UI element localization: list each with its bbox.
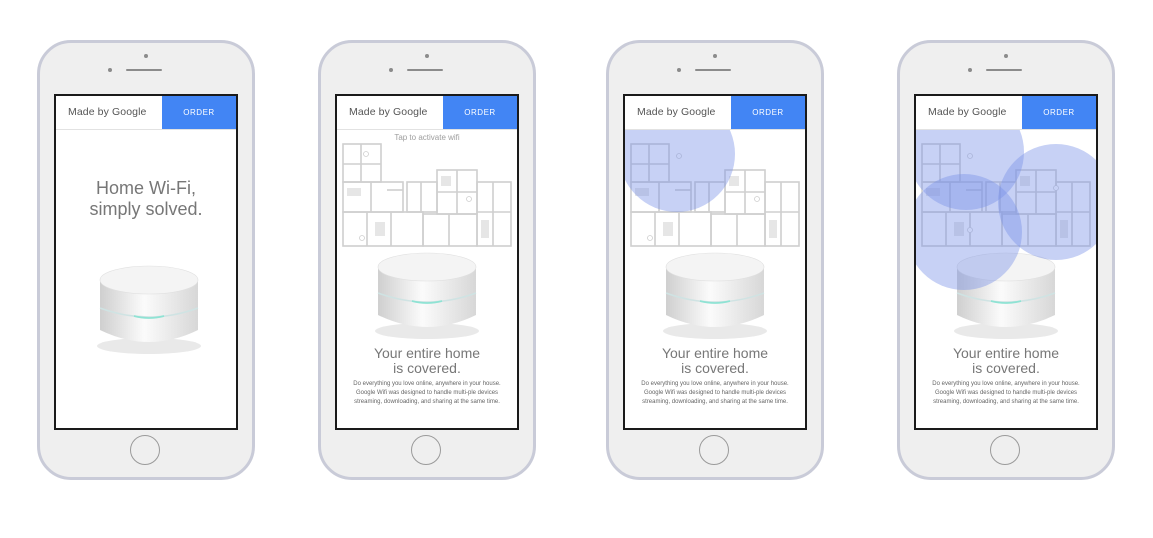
hero-title-line-1: Home Wi-Fi, [96, 178, 196, 198]
phone-mockup-2: Made by Google ORDER Tap to activate wif… [318, 40, 536, 480]
front-camera [1004, 54, 1008, 58]
router-icon [372, 247, 482, 344]
phone-screen: Made by Google ORDER Your entire home is… [623, 94, 807, 430]
proximity-sensor [108, 68, 112, 72]
coverage-title-line-2: is covered. [972, 360, 1040, 376]
front-camera [425, 54, 429, 58]
router-icon [660, 247, 770, 344]
phone-screen: Made by Google ORDER Tap to activate wif… [335, 94, 519, 430]
coverage-title-line-2: is covered. [681, 360, 749, 376]
top-bar: Made by Google ORDER [916, 96, 1096, 130]
brand-logo[interactable]: Made by Google [637, 106, 715, 118]
coverage-title-line-2: is covered. [393, 360, 461, 376]
earpiece-speaker [695, 69, 731, 71]
proximity-sensor [968, 68, 972, 72]
coverage-description: Do everything you love online, anywhere … [641, 381, 789, 405]
coverage-section: Your entire home is covered. Do everythi… [625, 130, 805, 428]
coverage-title-line-1: Your entire home [373, 345, 481, 361]
order-button[interactable]: ORDER [162, 96, 236, 129]
phone-screen: Made by Google ORDER Your entire home is… [914, 94, 1098, 430]
coverage-title-line-1: Your entire home [661, 345, 769, 361]
hero-title-line-2: simply solved. [89, 199, 203, 219]
floorplan-icon[interactable] [341, 142, 513, 252]
phone-mockup-3: Made by Google ORDER Your entire home is… [606, 40, 824, 480]
top-bar: Made by Google ORDER [337, 96, 517, 130]
order-button[interactable]: ORDER [731, 96, 805, 129]
phone-mockup-1: Made by Google ORDER Home Wi-Fi, simply … [37, 40, 255, 480]
coverage-description: Do everything you love online, anywhere … [353, 381, 501, 405]
hero-section: Home Wi-Fi, simply solved. [56, 130, 236, 428]
tap-prompt: Tap to activate wifi [394, 133, 460, 142]
order-button[interactable]: ORDER [1022, 96, 1096, 129]
home-button[interactable] [699, 435, 729, 465]
coverage-title: Your entire home is covered. [916, 346, 1096, 376]
brand-logo[interactable]: Made by Google [928, 106, 1006, 118]
top-bar: Made by Google ORDER [625, 96, 805, 130]
home-button[interactable] [990, 435, 1020, 465]
coverage-section: Tap to activate wifi Your entire home is… [337, 130, 517, 428]
phone-screen: Made by Google ORDER Home Wi-Fi, simply … [54, 94, 238, 430]
earpiece-speaker [407, 69, 443, 71]
coverage-title-line-1: Your entire home [952, 345, 1060, 361]
home-button[interactable] [411, 435, 441, 465]
coverage-title: Your entire home is covered. [625, 346, 805, 376]
coverage-title: Your entire home is covered. [337, 346, 517, 376]
proximity-sensor [677, 68, 681, 72]
front-camera [144, 54, 148, 58]
home-button[interactable] [130, 435, 160, 465]
earpiece-speaker [986, 69, 1022, 71]
coverage-section: Your entire home is covered. Do everythi… [916, 130, 1096, 428]
brand-logo[interactable]: Made by Google [68, 106, 146, 118]
front-camera [713, 54, 717, 58]
proximity-sensor [389, 68, 393, 72]
coverage-description: Do everything you love online, anywhere … [932, 381, 1080, 405]
phone-mockup-4: Made by Google ORDER Your entire home is… [897, 40, 1115, 480]
router-icon [94, 260, 204, 360]
earpiece-speaker [126, 69, 162, 71]
top-bar: Made by Google ORDER [56, 96, 236, 130]
hero-title: Home Wi-Fi, simply solved. [56, 178, 236, 220]
brand-logo[interactable]: Made by Google [349, 106, 427, 118]
order-button[interactable]: ORDER [443, 96, 517, 129]
